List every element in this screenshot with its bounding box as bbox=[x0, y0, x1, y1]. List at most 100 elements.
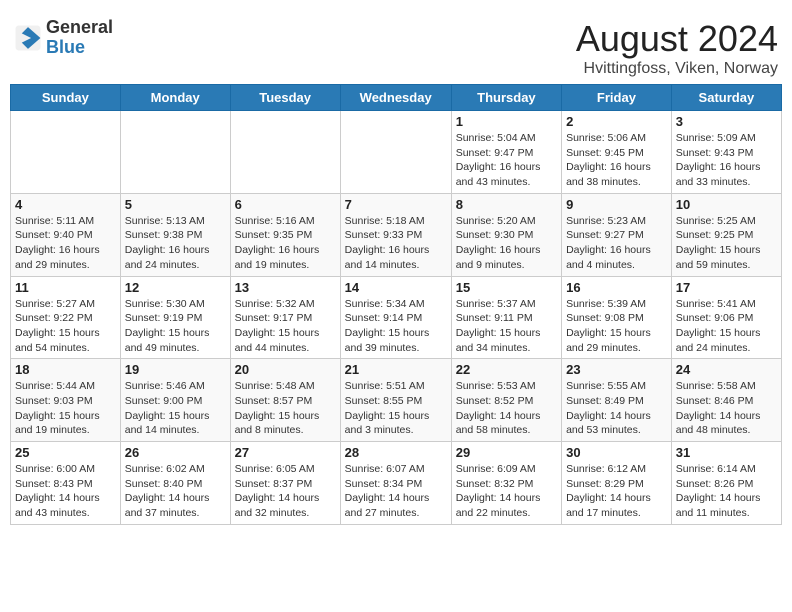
page-header: General Blue August 2024 Hvittingfoss, V… bbox=[10, 10, 782, 84]
calendar-cell: 9 Sunrise: 5:23 AM Sunset: 9:27 PM Daylig… bbox=[562, 193, 672, 276]
day-info: Sunrise: 5:27 AM Sunset: 9:22 PM Dayligh… bbox=[15, 297, 116, 356]
calendar-cell: 21 Sunrise: 5:51 AM Sunset: 8:55 PM Dayli… bbox=[340, 359, 451, 442]
day-info: Sunrise: 5:48 AM Sunset: 8:57 PM Dayligh… bbox=[235, 379, 336, 438]
day-number: 10 bbox=[676, 197, 777, 212]
day-info: Sunrise: 5:06 AM Sunset: 9:45 PM Dayligh… bbox=[566, 131, 667, 190]
month-year: August 2024 bbox=[576, 18, 778, 60]
day-number: 22 bbox=[456, 362, 557, 377]
calendar-cell: 17 Sunrise: 5:41 AM Sunset: 9:06 PM Dayli… bbox=[671, 276, 781, 359]
day-header-wednesday: Wednesday bbox=[340, 85, 451, 111]
calendar-cell bbox=[11, 111, 121, 194]
calendar-cell: 11 Sunrise: 5:27 AM Sunset: 9:22 PM Dayli… bbox=[11, 276, 121, 359]
day-info: Sunrise: 5:09 AM Sunset: 9:43 PM Dayligh… bbox=[676, 131, 777, 190]
calendar-cell: 30 Sunrise: 6:12 AM Sunset: 8:29 PM Dayli… bbox=[562, 442, 672, 525]
day-number: 4 bbox=[15, 197, 116, 212]
calendar-cell: 6Sunrise: 5:16 AM Sunset: 9:35 PM Daylig… bbox=[230, 193, 340, 276]
day-info: Sunrise: 5:46 AM Sunset: 9:00 PM Dayligh… bbox=[125, 379, 226, 438]
calendar-cell: 12 Sunrise: 5:30 AM Sunset: 9:19 PM Dayli… bbox=[120, 276, 230, 359]
day-info: Sunrise: 5:51 AM Sunset: 8:55 PM Dayligh… bbox=[345, 379, 447, 438]
logo-icon bbox=[14, 24, 42, 52]
calendar-cell: 18 Sunrise: 5:44 AM Sunset: 9:03 PM Dayli… bbox=[11, 359, 121, 442]
day-header-tuesday: Tuesday bbox=[230, 85, 340, 111]
week-row-2: 4 Sunrise: 5:11 AM Sunset: 9:40 PM Daylig… bbox=[11, 193, 782, 276]
day-number: 25 bbox=[15, 445, 116, 460]
calendar-cell: 26 Sunrise: 6:02 AM Sunset: 8:40 PM Dayli… bbox=[120, 442, 230, 525]
day-info: Sunrise: 5:04 AM Sunset: 9:47 PM Dayligh… bbox=[456, 131, 557, 190]
day-number: 14 bbox=[345, 280, 447, 295]
day-number: 2 bbox=[566, 114, 667, 129]
calendar-cell bbox=[120, 111, 230, 194]
calendar-cell: 10 Sunrise: 5:25 AM Sunset: 9:25 PM Dayli… bbox=[671, 193, 781, 276]
calendar-cell: 20 Sunrise: 5:48 AM Sunset: 8:57 PM Dayli… bbox=[230, 359, 340, 442]
day-info: Sunrise: 5:30 AM Sunset: 9:19 PM Dayligh… bbox=[125, 297, 226, 356]
calendar-cell: 24 Sunrise: 5:58 AM Sunset: 8:46 PM Dayli… bbox=[671, 359, 781, 442]
day-number: 31 bbox=[676, 445, 777, 460]
day-number: 8 bbox=[456, 197, 557, 212]
day-info: Sunrise: 5:32 AM Sunset: 9:17 PM Dayligh… bbox=[235, 297, 336, 356]
day-info: Sunrise: 5:39 AM Sunset: 9:08 PM Dayligh… bbox=[566, 297, 667, 356]
calendar-cell: 22 Sunrise: 5:53 AM Sunset: 8:52 PM Dayli… bbox=[451, 359, 561, 442]
day-info: Sunrise: 6:00 AM Sunset: 8:43 PM Dayligh… bbox=[15, 462, 116, 521]
day-number: 29 bbox=[456, 445, 557, 460]
week-row-4: 18 Sunrise: 5:44 AM Sunset: 9:03 PM Dayli… bbox=[11, 359, 782, 442]
day-number: 13 bbox=[235, 280, 336, 295]
day-number: 16 bbox=[566, 280, 667, 295]
title-block: August 2024 Hvittingfoss, Viken, Norway bbox=[576, 18, 778, 78]
day-number: 9 bbox=[566, 197, 667, 212]
day-number: 26 bbox=[125, 445, 226, 460]
day-number: 7 bbox=[345, 197, 447, 212]
day-info: Sunrise: 5:16 AM Sunset: 9:35 PM Dayligh… bbox=[235, 214, 336, 273]
day-number: 15 bbox=[456, 280, 557, 295]
day-number: 27 bbox=[235, 445, 336, 460]
location: Hvittingfoss, Viken, Norway bbox=[576, 60, 778, 78]
calendar-cell: 4 Sunrise: 5:11 AM Sunset: 9:40 PM Daylig… bbox=[11, 193, 121, 276]
day-info: Sunrise: 5:53 AM Sunset: 8:52 PM Dayligh… bbox=[456, 379, 557, 438]
day-info: Sunrise: 5:13 AM Sunset: 9:38 PM Dayligh… bbox=[125, 214, 226, 273]
calendar-cell: 2 Sunrise: 5:06 AM Sunset: 9:45 PM Daylig… bbox=[562, 111, 672, 194]
logo-text: General Blue bbox=[46, 18, 113, 58]
calendar-cell: 5Sunrise: 5:13 AM Sunset: 9:38 PM Daylig… bbox=[120, 193, 230, 276]
day-info: Sunrise: 5:20 AM Sunset: 9:30 PM Dayligh… bbox=[456, 214, 557, 273]
calendar-cell: 23 Sunrise: 5:55 AM Sunset: 8:49 PM Dayli… bbox=[562, 359, 672, 442]
day-number: 1 bbox=[456, 114, 557, 129]
day-number: 17 bbox=[676, 280, 777, 295]
day-info: Sunrise: 6:07 AM Sunset: 8:34 PM Dayligh… bbox=[345, 462, 447, 521]
week-row-1: 1 Sunrise: 5:04 AM Sunset: 9:47 PM Daylig… bbox=[11, 111, 782, 194]
day-number: 3 bbox=[676, 114, 777, 129]
calendar-cell: 29 Sunrise: 6:09 AM Sunset: 8:32 PM Dayli… bbox=[451, 442, 561, 525]
day-info: Sunrise: 6:14 AM Sunset: 8:26 PM Dayligh… bbox=[676, 462, 777, 521]
day-header-friday: Friday bbox=[562, 85, 672, 111]
day-info: Sunrise: 6:02 AM Sunset: 8:40 PM Dayligh… bbox=[125, 462, 226, 521]
day-number: 28 bbox=[345, 445, 447, 460]
day-number: 11 bbox=[15, 280, 116, 295]
day-info: Sunrise: 5:25 AM Sunset: 9:25 PM Dayligh… bbox=[676, 214, 777, 273]
calendar-cell: 27Sunrise: 6:05 AM Sunset: 8:37 PM Dayli… bbox=[230, 442, 340, 525]
day-info: Sunrise: 5:58 AM Sunset: 8:46 PM Dayligh… bbox=[676, 379, 777, 438]
calendar-cell: 1 Sunrise: 5:04 AM Sunset: 9:47 PM Daylig… bbox=[451, 111, 561, 194]
day-info: Sunrise: 5:23 AM Sunset: 9:27 PM Dayligh… bbox=[566, 214, 667, 273]
day-info: Sunrise: 5:34 AM Sunset: 9:14 PM Dayligh… bbox=[345, 297, 447, 356]
day-info: Sunrise: 5:55 AM Sunset: 8:49 PM Dayligh… bbox=[566, 379, 667, 438]
days-header-row: SundayMondayTuesdayWednesdayThursdayFrid… bbox=[11, 85, 782, 111]
day-header-monday: Monday bbox=[120, 85, 230, 111]
calendar-cell: 8 Sunrise: 5:20 AM Sunset: 9:30 PM Daylig… bbox=[451, 193, 561, 276]
day-number: 19 bbox=[125, 362, 226, 377]
day-number: 12 bbox=[125, 280, 226, 295]
calendar-cell: 31 Sunrise: 6:14 AM Sunset: 8:26 PM Dayli… bbox=[671, 442, 781, 525]
day-info: Sunrise: 5:44 AM Sunset: 9:03 PM Dayligh… bbox=[15, 379, 116, 438]
day-info: Sunrise: 5:41 AM Sunset: 9:06 PM Dayligh… bbox=[676, 297, 777, 356]
day-info: Sunrise: 6:12 AM Sunset: 8:29 PM Dayligh… bbox=[566, 462, 667, 521]
calendar-cell bbox=[340, 111, 451, 194]
day-number: 21 bbox=[345, 362, 447, 377]
day-info: Sunrise: 6:09 AM Sunset: 8:32 PM Dayligh… bbox=[456, 462, 557, 521]
day-number: 20 bbox=[235, 362, 336, 377]
calendar-cell bbox=[230, 111, 340, 194]
day-number: 24 bbox=[676, 362, 777, 377]
day-header-thursday: Thursday bbox=[451, 85, 561, 111]
day-info: Sunrise: 5:11 AM Sunset: 9:40 PM Dayligh… bbox=[15, 214, 116, 273]
day-number: 23 bbox=[566, 362, 667, 377]
calendar-cell: 16 Sunrise: 5:39 AM Sunset: 9:08 PM Dayli… bbox=[562, 276, 672, 359]
day-number: 30 bbox=[566, 445, 667, 460]
calendar-cell: 7Sunrise: 5:18 AM Sunset: 9:33 PM Daylig… bbox=[340, 193, 451, 276]
day-number: 18 bbox=[15, 362, 116, 377]
